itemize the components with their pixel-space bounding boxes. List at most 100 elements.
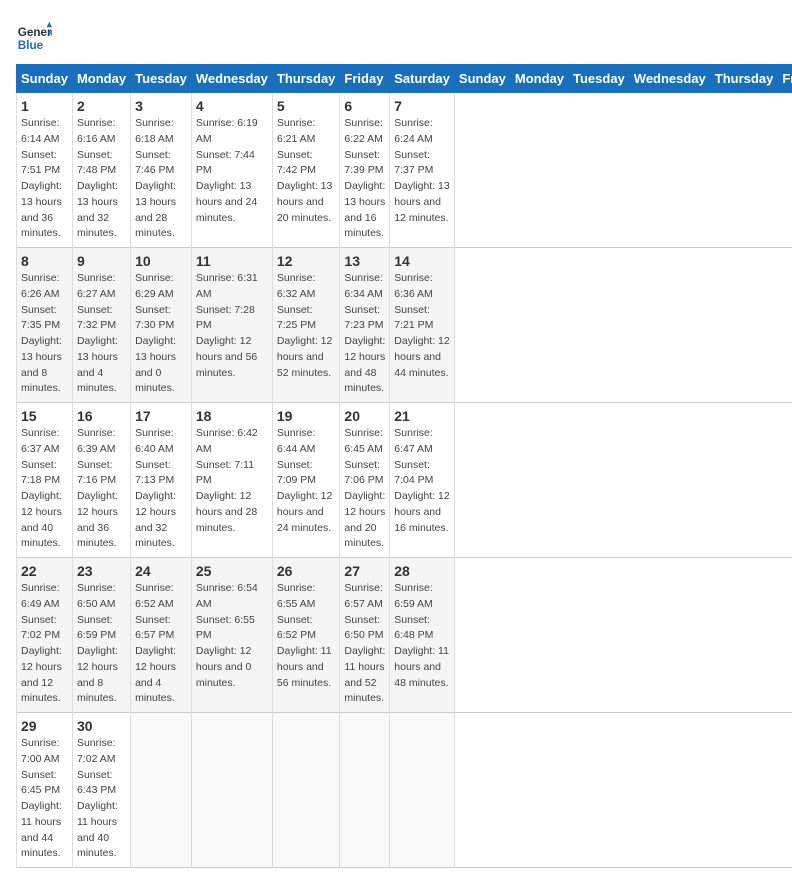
calendar-cell [131,713,192,868]
day-number: 26 [277,563,336,579]
header-day-wednesday: Wednesday [191,65,272,93]
day-info: Sunrise: 6:39 AMSunset: 7:16 PMDaylight:… [77,426,126,552]
day-number: 22 [21,563,68,579]
day-info: Sunrise: 6:52 AMSunset: 6:57 PMDaylight:… [135,581,187,707]
day-number: 29 [21,718,68,734]
day-number: 10 [135,253,187,269]
calendar-cell: 7 Sunrise: 6:24 AMSunset: 7:37 PMDayligh… [390,93,455,248]
calendar-cell: 21 Sunrise: 6:47 AMSunset: 7:04 PMDaylig… [390,403,455,558]
calendar-cell: 10 Sunrise: 6:29 AMSunset: 7:30 PMDaylig… [131,248,192,403]
day-number: 6 [344,98,385,114]
calendar-cell: 18 Sunrise: 6:42 AMSunset: 7:11 PMDaylig… [191,403,272,558]
day-info: Sunrise: 6:24 AMSunset: 7:37 PMDaylight:… [394,116,450,226]
calendar-cell: 25 Sunrise: 6:54 AMSunset: 6:55 PMDaylig… [191,558,272,713]
day-number: 23 [77,563,126,579]
calendar-cell: 16 Sunrise: 6:39 AMSunset: 7:16 PMDaylig… [72,403,130,558]
day-info: Sunrise: 6:32 AMSunset: 7:25 PMDaylight:… [277,271,336,381]
header-day-friday: Friday [340,65,390,93]
calendar-cell: 20 Sunrise: 6:45 AMSunset: 7:06 PMDaylig… [340,403,390,558]
header-friday: Friday [778,65,792,93]
day-number: 1 [21,98,68,114]
calendar-week-4: 22 Sunrise: 6:49 AMSunset: 7:02 PMDaylig… [17,558,792,713]
day-number: 2 [77,98,126,114]
day-number: 11 [196,253,268,269]
calendar-cell [191,713,272,868]
calendar-cell: 23 Sunrise: 6:50 AMSunset: 6:59 PMDaylig… [72,558,130,713]
day-info: Sunrise: 6:45 AMSunset: 7:06 PMDaylight:… [344,426,385,552]
day-info: Sunrise: 6:14 AMSunset: 7:51 PMDaylight:… [21,116,68,242]
day-number: 20 [344,408,385,424]
day-number: 21 [394,408,450,424]
day-number: 28 [394,563,450,579]
logo-icon: General Blue [16,20,52,56]
calendar-cell: 24 Sunrise: 6:52 AMSunset: 6:57 PMDaylig… [131,558,192,713]
day-number: 12 [277,253,336,269]
day-number: 15 [21,408,68,424]
day-info: Sunrise: 6:57 AMSunset: 6:50 PMDaylight:… [344,581,385,707]
calendar-cell: 15 Sunrise: 6:37 AMSunset: 7:18 PMDaylig… [17,403,73,558]
svg-text:Blue: Blue [18,39,44,52]
day-number: 9 [77,253,126,269]
header-day-monday: Monday [72,65,130,93]
day-info: Sunrise: 6:27 AMSunset: 7:32 PMDaylight:… [77,271,126,397]
header-day-thursday: Thursday [272,65,340,93]
header-wednesday: Wednesday [629,65,710,93]
day-number: 24 [135,563,187,579]
calendar-cell: 11 Sunrise: 6:31 AMSunset: 7:28 PMDaylig… [191,248,272,403]
day-info: Sunrise: 6:37 AMSunset: 7:18 PMDaylight:… [21,426,68,552]
calendar-cell: 3 Sunrise: 6:18 AMSunset: 7:46 PMDayligh… [131,93,192,248]
day-info: Sunrise: 6:36 AMSunset: 7:21 PMDaylight:… [394,271,450,381]
day-info: Sunrise: 6:44 AMSunset: 7:09 PMDaylight:… [277,426,336,536]
day-info: Sunrise: 6:40 AMSunset: 7:13 PMDaylight:… [135,426,187,552]
day-info: Sunrise: 7:00 AMSunset: 6:45 PMDaylight:… [21,736,68,862]
calendar-cell: 12 Sunrise: 6:32 AMSunset: 7:25 PMDaylig… [272,248,340,403]
calendar-cell: 6 Sunrise: 6:22 AMSunset: 7:39 PMDayligh… [340,93,390,248]
header-tuesday: Tuesday [569,65,630,93]
day-info: Sunrise: 6:26 AMSunset: 7:35 PMDaylight:… [21,271,68,397]
calendar-cell: 5 Sunrise: 6:21 AMSunset: 7:42 PMDayligh… [272,93,340,248]
day-info: Sunrise: 6:42 AMSunset: 7:11 PMDaylight:… [196,426,268,536]
calendar-cell: 17 Sunrise: 6:40 AMSunset: 7:13 PMDaylig… [131,403,192,558]
header-monday: Monday [510,65,568,93]
day-info: Sunrise: 6:54 AMSunset: 6:55 PMDaylight:… [196,581,268,691]
day-number: 16 [77,408,126,424]
day-info: Sunrise: 6:16 AMSunset: 7:48 PMDaylight:… [77,116,126,242]
day-number: 18 [196,408,268,424]
day-number: 4 [196,98,268,114]
day-info: Sunrise: 6:34 AMSunset: 7:23 PMDaylight:… [344,271,385,397]
header-sunday: Sunday [454,65,510,93]
day-info: Sunrise: 6:59 AMSunset: 6:48 PMDaylight:… [394,581,450,691]
day-info: Sunrise: 6:29 AMSunset: 7:30 PMDaylight:… [135,271,187,397]
day-info: Sunrise: 6:50 AMSunset: 6:59 PMDaylight:… [77,581,126,707]
day-info: Sunrise: 6:31 AMSunset: 7:28 PMDaylight:… [196,271,268,381]
header-thursday: Thursday [710,65,778,93]
calendar-week-5: 29 Sunrise: 7:00 AMSunset: 6:45 PMDaylig… [17,713,792,868]
calendar-cell: 30 Sunrise: 7:02 AMSunset: 6:43 PMDaylig… [72,713,130,868]
day-number: 3 [135,98,187,114]
calendar-cell [340,713,390,868]
calendar-cell [390,713,455,868]
day-number: 5 [277,98,336,114]
day-number: 7 [394,98,450,114]
page-header: General Blue [16,16,776,56]
svg-text:General: General [18,26,52,39]
day-number: 13 [344,253,385,269]
calendar-cell: 4 Sunrise: 6:19 AMSunset: 7:44 PMDayligh… [191,93,272,248]
day-info: Sunrise: 6:18 AMSunset: 7:46 PMDaylight:… [135,116,187,242]
day-info: Sunrise: 6:49 AMSunset: 7:02 PMDaylight:… [21,581,68,707]
day-number: 25 [196,563,268,579]
calendar-cell: 22 Sunrise: 6:49 AMSunset: 7:02 PMDaylig… [17,558,73,713]
calendar-cell: 14 Sunrise: 6:36 AMSunset: 7:21 PMDaylig… [390,248,455,403]
calendar-week-3: 15 Sunrise: 6:37 AMSunset: 7:18 PMDaylig… [17,403,792,558]
day-number: 8 [21,253,68,269]
day-info: Sunrise: 6:22 AMSunset: 7:39 PMDaylight:… [344,116,385,242]
header-day-sunday: Sunday [17,65,73,93]
calendar-cell: 2 Sunrise: 6:16 AMSunset: 7:48 PMDayligh… [72,93,130,248]
day-info: Sunrise: 6:47 AMSunset: 7:04 PMDaylight:… [394,426,450,536]
calendar-week-1: 1 Sunrise: 6:14 AMSunset: 7:51 PMDayligh… [17,93,792,248]
calendar-week-2: 8 Sunrise: 6:26 AMSunset: 7:35 PMDayligh… [17,248,792,403]
logo: General Blue [16,20,52,56]
calendar-cell: 26 Sunrise: 6:55 AMSunset: 6:52 PMDaylig… [272,558,340,713]
day-info: Sunrise: 6:21 AMSunset: 7:42 PMDaylight:… [277,116,336,226]
day-info: Sunrise: 6:55 AMSunset: 6:52 PMDaylight:… [277,581,336,691]
